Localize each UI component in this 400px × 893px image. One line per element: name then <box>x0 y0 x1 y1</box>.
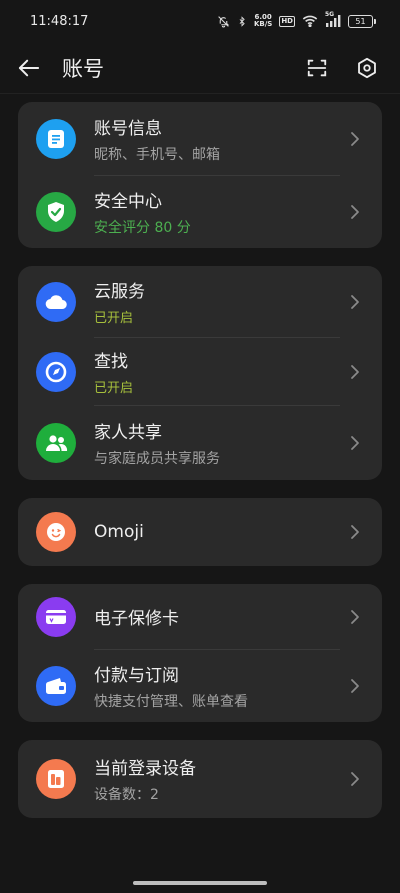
back-button[interactable] <box>18 53 48 83</box>
row-e-warranty-card[interactable]: 电子保修卡 <box>36 584 382 650</box>
row-title: 付款与订阅 <box>94 666 179 686</box>
card-omoji: Omoji <box>18 498 382 566</box>
card-account: 账号信息 昵称、手机号、邮箱 安全中心 安全评分 80 分 <box>18 102 382 248</box>
card-devices: 当前登录设备 设备数：2 <box>18 740 382 818</box>
status-bar: 11:48:17 6.00 KB/S HD 5G 51 <box>0 0 400 42</box>
devices-icon <box>36 759 76 799</box>
status-time: 11:48:17 <box>30 13 89 29</box>
row-title: 查找 <box>94 352 128 372</box>
battery-level: 51 <box>348 14 373 28</box>
row-logged-in-devices[interactable]: 当前登录设备 设备数：2 <box>36 740 382 818</box>
chevron-right-icon <box>340 524 370 540</box>
network-speed: 6.00 KB/S <box>253 13 273 28</box>
account-menu: 账号信息 昵称、手机号、邮箱 安全中心 安全评分 80 分 云服务 已开启 查找… <box>0 94 400 818</box>
row-payment-subscription[interactable]: 付款与订阅 快捷支付管理、账单查看 <box>36 650 382 722</box>
shield-icon <box>36 192 76 232</box>
app-header: 账号 <box>0 42 400 94</box>
row-family-sharing[interactable]: 家人共享 与家庭成员共享服务 <box>36 406 382 480</box>
card-services: 云服务 已开启 查找 已开启 家人共享 与家庭成员共享服务 <box>18 266 382 480</box>
cell-signal: 5G <box>325 11 341 27</box>
hexagon-settings-icon <box>358 57 376 78</box>
row-title: 账号信息 <box>94 118 162 139</box>
settings-button[interactable] <box>352 53 382 83</box>
home-indicator[interactable] <box>133 881 267 885</box>
row-title: Omoji <box>94 522 144 542</box>
status-enabled: 已开启 <box>94 311 134 326</box>
omoji-face-icon <box>36 512 76 552</box>
page-title: 账号 <box>62 56 104 81</box>
cloud-icon <box>36 282 76 322</box>
chevron-right-icon <box>340 131 370 147</box>
row-security-center[interactable]: 安全中心 安全评分 80 分 <box>36 176 382 248</box>
row-subtitle: 昵称、手机号、邮箱 <box>94 146 220 163</box>
wallet-icon <box>36 666 76 706</box>
mute-icon <box>218 15 230 27</box>
row-find-device[interactable]: 查找 已开启 <box>36 338 382 406</box>
row-account-info[interactable]: 账号信息 昵称、手机号、邮箱 <box>36 102 382 176</box>
chevron-right-icon <box>340 294 370 310</box>
scan-icon <box>307 59 327 76</box>
chevron-right-icon <box>340 435 370 451</box>
people-icon <box>36 423 76 463</box>
status-icons: 6.00 KB/S HD 5G 51 <box>217 11 376 28</box>
bluetooth-icon <box>239 15 245 27</box>
battery-indicator: 51 <box>348 14 376 28</box>
wifi-icon <box>302 15 318 27</box>
row-title: 安全中心 <box>94 192 162 212</box>
row-title: 当前登录设备 <box>94 759 196 779</box>
card-warranty-payment: 电子保修卡 付款与订阅 快捷支付管理、账单查看 <box>18 584 382 722</box>
row-omoji[interactable]: Omoji <box>36 498 382 566</box>
status-enabled: 已开启 <box>94 381 134 396</box>
chevron-right-icon <box>340 771 370 787</box>
compass-icon <box>36 352 76 392</box>
row-title: 云服务 <box>94 282 145 302</box>
row-subtitle: 与家庭成员共享服务 <box>94 451 220 467</box>
chevron-right-icon <box>340 204 370 220</box>
row-title: 家人共享 <box>94 423 162 443</box>
row-title: 电子保修卡 <box>94 609 179 629</box>
battery-tip <box>374 18 376 24</box>
document-icon <box>36 119 76 159</box>
chevron-right-icon <box>340 678 370 694</box>
chevron-right-icon <box>340 609 370 625</box>
security-score: 安全评分 80 分 <box>94 220 191 236</box>
row-cloud-service[interactable]: 云服务 已开启 <box>36 266 382 338</box>
scan-button[interactable] <box>302 53 332 83</box>
hd-badge: HD <box>279 15 295 27</box>
row-subtitle: 快捷支付管理、账单查看 <box>94 694 248 710</box>
device-count: 设备数：2 <box>94 787 159 803</box>
arrow-left-icon <box>18 59 40 76</box>
chevron-right-icon <box>340 364 370 380</box>
warranty-card-icon <box>36 597 76 637</box>
